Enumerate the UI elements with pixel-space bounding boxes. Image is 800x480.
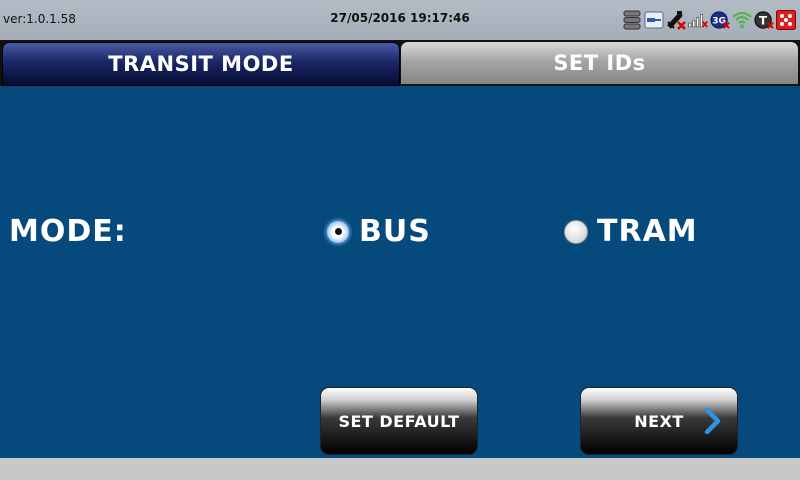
tab-transit-mode[interactable]: TRANSIT MODE xyxy=(2,42,400,86)
status-bar: ver:1.0.1.58 27/05/2016 19:17:46 3G T xyxy=(0,0,800,40)
status-icons: 3G T xyxy=(622,9,796,31)
3g-icon: 3G xyxy=(710,10,730,30)
database-icon xyxy=(622,10,642,30)
t-icon: T xyxy=(754,10,774,30)
mode-label: MODE: xyxy=(9,214,127,249)
next-label: NEXT xyxy=(634,411,684,431)
next-button[interactable]: NEXT xyxy=(580,387,738,455)
bottom-strip xyxy=(0,458,800,480)
signal-strength-icon xyxy=(688,10,708,30)
3g-label: 3G xyxy=(712,17,726,27)
wifi-icon xyxy=(732,10,752,30)
bus-label: BUS xyxy=(359,214,431,249)
mode-option-bus[interactable]: BUS xyxy=(326,214,431,249)
alert-icon xyxy=(776,10,796,30)
mode-option-tram[interactable]: TRAM xyxy=(564,214,698,249)
main-panel: MODE: BUS TRAM SET DEFAULT NEXT xyxy=(0,86,800,458)
tram-radio[interactable] xyxy=(564,219,588,244)
bus-radio[interactable] xyxy=(326,219,350,244)
tab-bar: TRANSIT MODE SET IDs xyxy=(0,40,800,86)
gps-satellite-icon xyxy=(666,10,686,30)
card-reader-icon xyxy=(644,10,664,30)
chevron-right-icon xyxy=(703,407,721,438)
set-default-button[interactable]: SET DEFAULT xyxy=(320,387,478,455)
t-label: T xyxy=(759,14,767,28)
set-default-label: SET DEFAULT xyxy=(338,411,460,431)
radio-dot xyxy=(334,228,342,235)
tram-label: TRAM xyxy=(597,214,698,249)
tab-set-ids[interactable]: SET IDs xyxy=(401,42,798,84)
